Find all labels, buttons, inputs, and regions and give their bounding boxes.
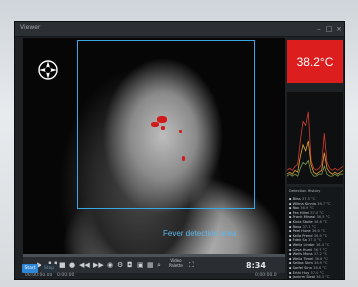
list-item-value: 36.9 °C [313,233,328,238]
list-item-value: 36.7 °C [313,247,327,252]
list-item-name: Peel Hune [292,229,311,234]
list-item-name: Rox [292,206,300,211]
fever-detection-box [77,40,255,209]
list-item[interactable]: ▪ Rox 36.9 °C [289,206,314,210]
list-item-name: Sarfel Sinn [292,266,312,270]
temperature-graph [287,92,343,184]
list-item-name: Ceva Huml [292,247,313,252]
list-item[interactable]: ▪ Frank Mineal 36.5 °C [289,215,330,219]
time-start: 00:00:00.00 [25,273,53,278]
list-item[interactable]: ▪ Peel Hune 36.6 °C [289,229,325,233]
viewer-window: Viewer – □ × Fever detection area ▭ ▶ ❚❚… [14,21,345,280]
window-title: Viewer [20,24,41,31]
list-item[interactable]: ▪ Jankrm Sleal 36.5 °C [289,275,330,279]
graph-line-0 [287,111,343,171]
fullscreen-icon[interactable]: ⛶ [189,260,194,270]
list-item-name: Frank Mineal [292,215,316,220]
list-item[interactable]: ▪ Fdek Sa 37.0 °C [289,238,321,242]
snapshot-icon[interactable]: ◉ [107,260,113,270]
list-item[interactable]: ▪ Fex Hilmi 37.0 °C [289,211,324,215]
list-item-value: 36.8 °C [313,220,328,224]
list-item[interactable]: ▪ Kella Prend 36.9 °C [289,234,327,238]
list-item-name: Bliss [292,197,301,201]
title-bar: Viewer – □ × [15,22,344,37]
list-item-value: 37.2 °C [313,252,328,257]
camera-icon[interactable]: ◘ [127,260,133,270]
grid-icon[interactable]: ▦ [147,260,154,270]
list-item-name: Kella Prend [292,233,313,238]
list-item[interactable]: ▪ Kinla Stolle 36.8 °C [289,220,327,224]
timeline: 00:00:00.00 0:00:00 0:00:00.0 [23,273,285,279]
list-item[interactable]: ▪ Wilma Kinnia 36.7 °C [289,202,331,206]
settings-icon[interactable]: ⚙ [117,260,123,270]
list-item-name: Jankrm Sleal [292,275,315,279]
time-mark: 0:00:00 [57,273,75,278]
list-item-value: 36.4 °C [315,243,330,247]
list-item-value: 36.8 °C [314,256,328,261]
list-item[interactable]: ▪ Ceva Huml 36.7 °C [289,248,327,252]
list-item-value: 36.5 °C [316,275,330,279]
frame-back-icon[interactable]: ◀◀ [79,260,90,270]
thermal-video-view[interactable]: Fever detection area [23,38,285,256]
stop-icon[interactable]: ■ [59,260,66,270]
list-item-value: 37.0 °C [310,270,324,275]
fever-detection-label: Fever detection area [163,229,237,238]
list-item[interactable]: ▪ Wella Timel 36.8 °C [289,257,328,261]
detection-list-header: Detection History [289,189,321,193]
list-item-value: 37.0 °C [308,238,322,243]
frame-forward-icon[interactable]: ▶▶ [93,260,104,270]
list-item[interactable]: ▪ Bliss 37.5 °C [289,197,315,201]
video-palette-label[interactable]: Video Palette [169,258,183,268]
start-button[interactable]: Start [22,264,38,273]
list-item[interactable]: ▪ Roxa 37.1 °C [289,225,316,229]
list-item-value: 37.5 °C [301,197,316,201]
list-item-name: Erthi Huy [292,270,310,275]
time-end: 0:00:00.0 [255,273,277,278]
clock: 8:34 [246,261,266,270]
list-item-name: Wella Timel [292,256,314,261]
palette-label: Palette [169,263,183,268]
list-item-name: Wells Mons [292,252,313,257]
zoom-icon[interactable]: ⌕ [157,260,161,270]
record-icon[interactable]: ● [69,260,75,270]
maximize-icon[interactable]: □ [325,25,333,33]
list-item-value: 36.5 °C [316,215,330,220]
list-item-name: Wella Linder [292,243,315,247]
list-item-value: 36.9 °C [314,261,328,266]
detection-list[interactable]: Detection History ▪ Bliss 37.5 °C ▪ Wilma… [287,187,343,279]
camera-logo-icon [38,60,58,80]
list-item-name: Wilma Kinnia [292,201,317,206]
list-item[interactable]: ▪ Erthi Huy 37.0 °C [289,271,324,275]
list-item-name: Roxa [292,224,302,229]
stop-button[interactable]: Stop [41,264,57,273]
minimize-icon[interactable]: – [315,25,323,33]
list-item-value: 36.6 °C [313,266,327,270]
list-item[interactable]: ▪ Wella Linder 36.4 °C [289,243,329,247]
list-item[interactable]: ▪ Wells Mons 37.2 °C [289,252,327,256]
list-item-value: 37.1 °C [302,224,316,229]
close-icon[interactable]: × [335,25,343,33]
list-item[interactable]: ▪ Seliba Sirm 36.9 °C [289,261,328,265]
list-item[interactable]: ▪ Sarfel Sinn 36.6 °C [289,266,327,270]
temperature-readout: 38.2°C [287,40,343,83]
list-item-value: 37.0 °C [310,210,324,215]
list-item-name: Kinla Stolle [292,220,313,224]
list-item-name: Fdek Sa [292,238,307,243]
temperature-graph-svg [287,111,343,177]
list-item-name: Fex Hilmi [292,210,310,215]
folder-open-icon[interactable]: ▣ [137,260,144,270]
list-item-value: 36.6 °C [311,229,326,234]
list-item-name: Seliba Sirm [292,261,313,266]
list-item-value: 36.7 °C [317,201,331,206]
list-item-value: 36.9 °C [300,206,314,211]
